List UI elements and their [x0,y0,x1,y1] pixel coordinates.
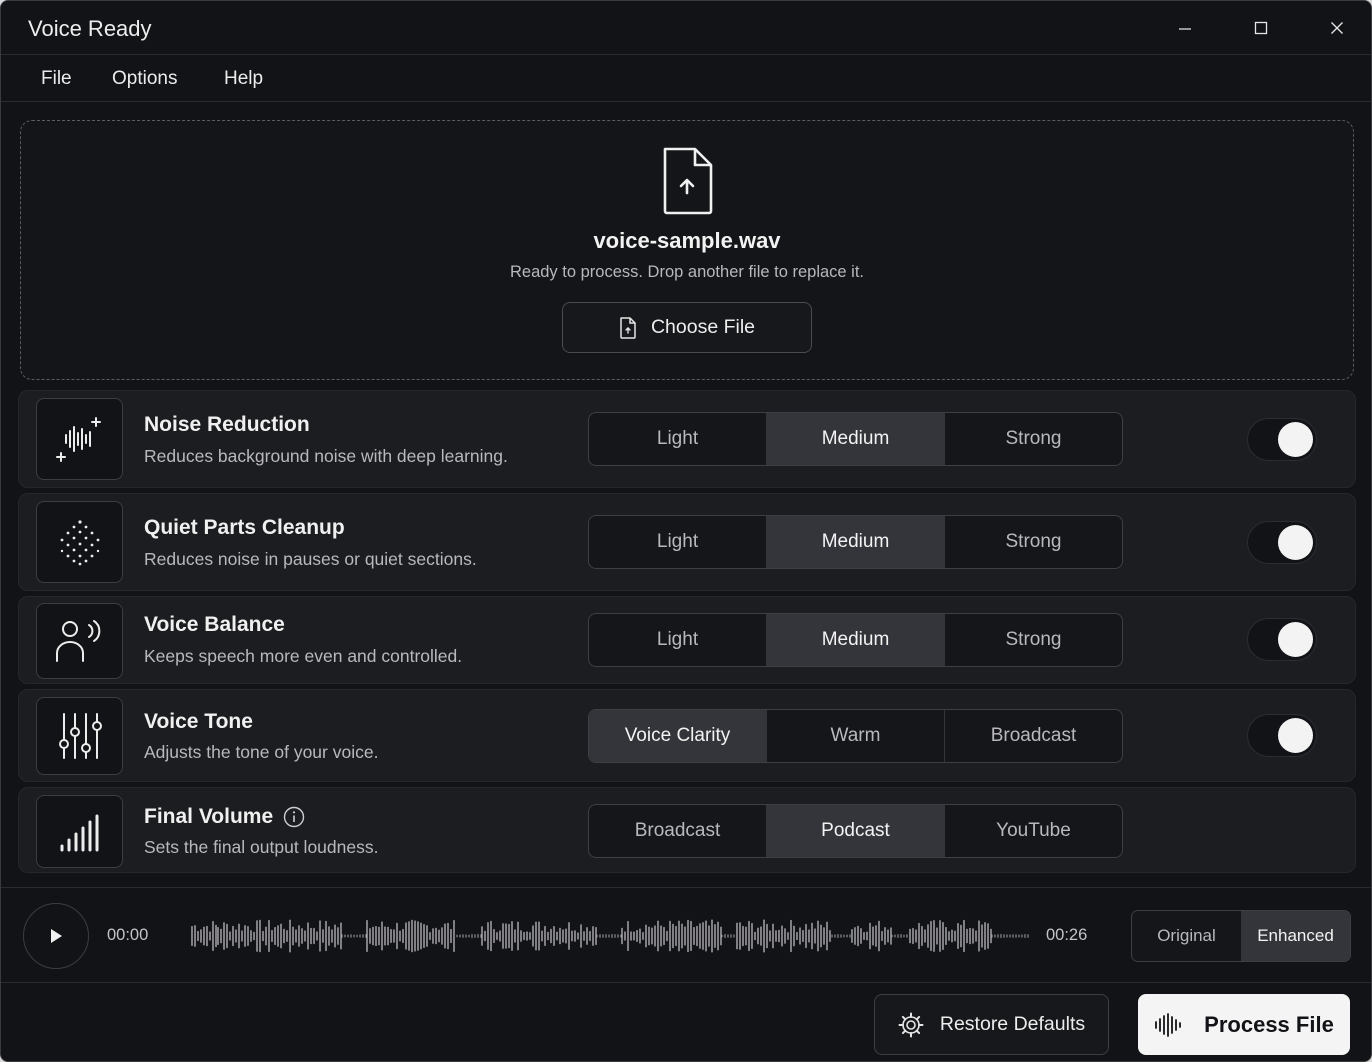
app-window: Voice Ready File Options Help voice-samp… [0,0,1372,1062]
setting-title: Noise Reduction [144,413,310,436]
file-icon [620,316,636,339]
title-bar: Voice Ready [1,1,1371,55]
option-podcast[interactable]: Podcast [767,805,945,857]
choose-file-button[interactable]: Choose File [562,302,812,353]
voice-tone-toggle[interactable] [1247,714,1317,757]
setting-card-final-volume: Final Volume Sets the final output loudn… [18,787,1356,873]
app-title: Voice Ready [28,16,152,41]
option-medium[interactable]: Medium [767,413,945,465]
tone-selector: Voice Clarity Warm Broadcast [588,709,1123,763]
setting-title: Voice Balance [144,613,285,636]
menu-help[interactable]: Help [224,68,263,90]
strength-selector: Light Medium Strong [588,613,1123,667]
restore-defaults-label: Restore Defaults [939,1013,1086,1035]
noise-reduction-toggle[interactable] [1247,418,1317,461]
setting-description: Keeps speech more even and controlled. [144,646,463,666]
current-time: 00:00 [107,926,149,944]
setting-card-quiet-parts: Quiet Parts Cleanup Reduces noise in pau… [18,493,1356,591]
option-light[interactable]: Light [589,413,767,465]
setting-title: Quiet Parts Cleanup [144,516,345,539]
strength-selector: Light Medium Strong [588,412,1123,466]
file-upload-icon [663,147,713,215]
option-strong[interactable]: Strong [945,413,1122,465]
setting-card-voice-balance: Voice Balance Keeps speech more even and… [18,596,1356,684]
loudness-selector: Broadcast Podcast YouTube [588,804,1123,858]
voice-balance-toggle[interactable] [1247,618,1317,661]
audio-player: 00:00 00:26 Original Enhanced [1,887,1371,983]
drop-status-text: Ready to process. Drop another file to r… [509,263,865,281]
info-icon[interactable] [283,806,305,828]
quiet-parts-toggle[interactable] [1247,521,1317,564]
quiet-parts-icon [36,501,123,583]
option-original[interactable]: Original [1132,911,1241,961]
option-enhanced[interactable]: Enhanced [1241,911,1350,961]
option-warm[interactable]: Warm [767,710,945,762]
process-file-button[interactable]: Process File [1138,994,1350,1055]
setting-description: Adjusts the tone of your voice. [144,742,379,762]
setting-card-noise-reduction: Noise Reduction Reduces background noise… [18,390,1356,488]
restore-defaults-button[interactable]: Restore Defaults [874,994,1109,1055]
setting-description: Sets the final output loudness. [144,837,379,857]
option-light[interactable]: Light [589,614,767,666]
menu-options[interactable]: Options [112,68,177,90]
choose-file-label: Choose File [650,316,756,338]
gear-icon [898,1012,924,1037]
setting-title: Final Volume [144,805,305,829]
process-file-label: Process File [1204,1011,1334,1037]
volume-bars-icon [36,795,123,868]
minimize-button[interactable] [1165,10,1205,46]
waveform[interactable] [191,916,1031,956]
toggle-knob [1278,422,1313,457]
duration: 00:26 [1046,926,1088,944]
close-icon [1331,22,1343,34]
option-strong[interactable]: Strong [945,516,1122,568]
noise-reduction-icon [36,398,123,480]
sliders-icon [36,697,123,775]
option-broadcast[interactable]: Broadcast [589,805,767,857]
minimize-icon [1179,28,1191,30]
option-medium[interactable]: Medium [767,614,945,666]
option-strong[interactable]: Strong [945,614,1122,666]
setting-description: Reduces noise in pauses or quiet section… [144,549,477,569]
option-broadcast[interactable]: Broadcast [945,710,1122,762]
menu-bar: File Options Help [1,56,1371,102]
compare-toggle: Original Enhanced [1131,910,1351,962]
play-button[interactable] [23,903,89,969]
final-volume-title: Final Volume [144,805,274,828]
toggle-knob [1278,622,1313,657]
toggle-knob [1278,718,1313,753]
option-youtube[interactable]: YouTube [945,805,1122,857]
play-icon [51,929,62,943]
option-light[interactable]: Light [589,516,767,568]
file-drop-zone[interactable]: voice-sample.wav Ready to process. Drop … [20,120,1354,380]
setting-description: Reduces background noise with deep learn… [144,446,508,466]
setting-title: Voice Tone [144,710,253,733]
toggle-knob [1278,525,1313,560]
setting-card-voice-tone: Voice Tone Adjusts the tone of your voic… [18,689,1356,782]
maximize-icon [1254,21,1268,35]
close-button[interactable] [1317,10,1357,46]
file-name: voice-sample.wav [593,228,781,253]
audio-wave-icon [1155,1012,1182,1037]
menu-file[interactable]: File [41,68,72,90]
option-medium[interactable]: Medium [767,516,945,568]
voice-balance-icon [36,603,123,679]
maximize-button[interactable] [1241,10,1281,46]
strength-selector: Light Medium Strong [588,515,1123,569]
option-voice-clarity[interactable]: Voice Clarity [589,710,767,762]
